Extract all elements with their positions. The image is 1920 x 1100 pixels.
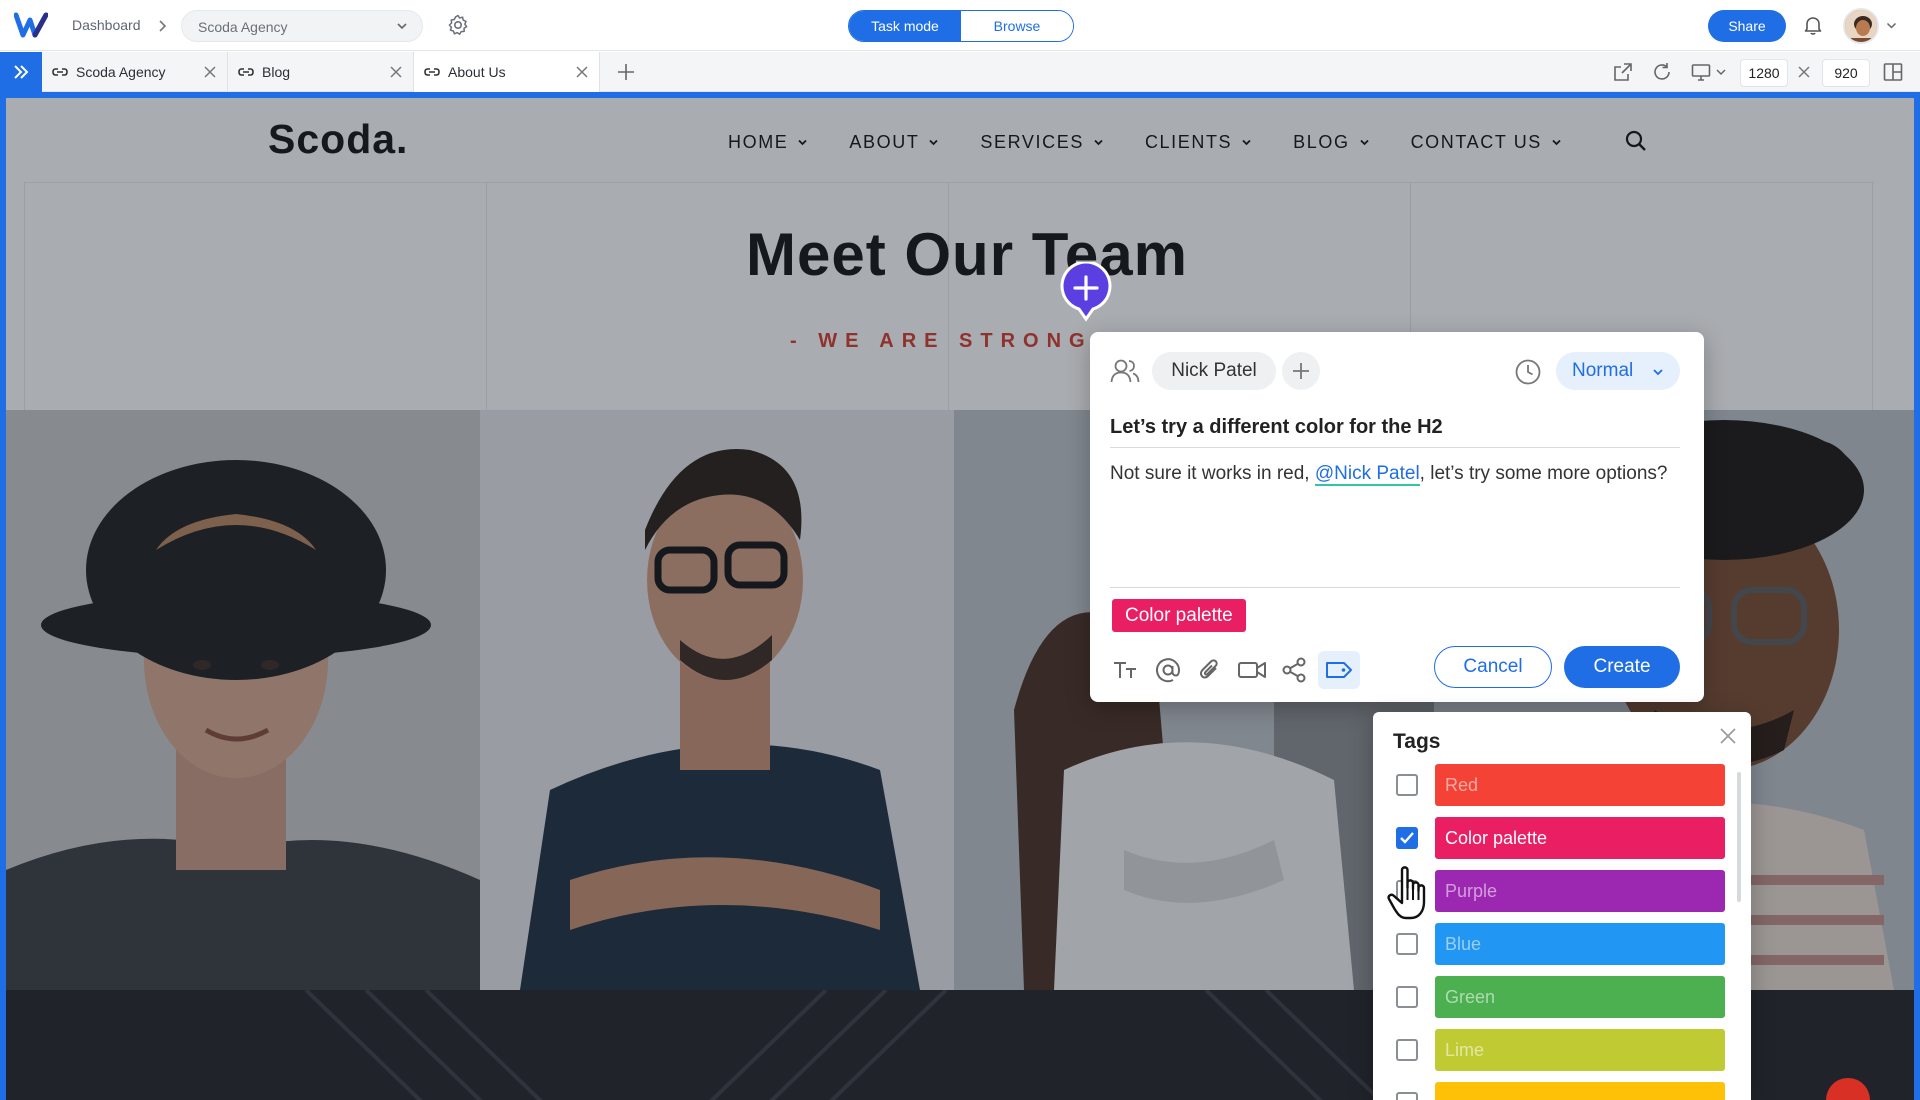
tab-blog[interactable]: Blog [228,52,414,92]
assignee-chip[interactable]: Nick Patel [1152,352,1276,390]
times-icon [1798,66,1810,78]
desktop-icon[interactable] [1690,61,1712,83]
tags-title: Tags [1393,730,1441,753]
tag-swatch[interactable]: Red [1435,764,1725,806]
create-task-popup: Nick Patel Normal Let’s try a different … [1090,332,1704,702]
add-task-pin-icon[interactable] [1060,262,1112,322]
tab-label: Scoda Agency [76,64,166,80]
link-icon [52,68,68,76]
tag-option[interactable]: Lime [1373,1029,1751,1071]
applied-tag-chip[interactable]: Color palette [1112,599,1246,632]
avatar-face-icon [1845,10,1877,42]
webflow-logo-icon[interactable] [14,11,48,39]
tag-option[interactable]: Color palette [1373,817,1751,859]
tag-checkbox[interactable] [1396,933,1418,955]
share-task-button[interactable] [1278,654,1310,686]
tag-checkbox[interactable] [1396,774,1418,796]
create-button[interactable]: Create [1564,646,1680,688]
divider [1110,587,1680,588]
close-icon[interactable] [203,65,217,79]
tag-option[interactable]: Blue [1373,923,1751,965]
open-external-icon[interactable] [1612,61,1634,83]
video-button[interactable] [1236,654,1268,686]
task-title-input[interactable]: Let’s try a different color for the H2 [1110,416,1680,448]
clock-icon[interactable] [1514,358,1542,386]
priority-select[interactable]: Normal [1556,352,1680,390]
browse-mode-button[interactable]: Browse [961,11,1073,41]
tag-checkbox[interactable] [1396,1092,1418,1100]
share-icon [1282,657,1306,683]
tag-checkbox[interactable] [1396,986,1418,1008]
cancel-button[interactable]: Cancel [1434,646,1552,688]
avatar-chevron-down-icon[interactable] [1886,20,1897,31]
user-avatar[interactable] [1843,8,1879,44]
tag-swatch[interactable]: Green [1435,976,1725,1018]
viewport-width-input[interactable]: 1280 [1740,59,1788,87]
add-tab-icon[interactable] [614,60,638,84]
tag-swatch[interactable]: Blue [1435,923,1725,965]
plus-icon [1293,363,1309,379]
add-assignee-button[interactable] [1282,352,1320,390]
description-text: , let’s try some more options? [1419,463,1668,484]
refresh-icon[interactable] [1651,61,1673,83]
project-select[interactable]: Scoda Agency [181,10,423,42]
top-app-bar: Dashboard Scoda Agency Task mode Browse … [0,0,1920,51]
tag-swatch[interactable] [1435,1082,1725,1100]
priority-value: Normal [1572,360,1634,381]
chevron-down-icon [1653,369,1663,376]
hand-cursor-icon [1387,866,1426,920]
double-chevron-right-icon [14,65,29,79]
tag-swatch[interactable]: Lime [1435,1029,1725,1071]
tag-option[interactable]: Green [1373,976,1751,1018]
share-button[interactable]: Share [1708,10,1786,42]
attach-button[interactable] [1194,654,1226,686]
tag-option[interactable]: Red [1373,764,1751,806]
project-select-value: Scoda Agency [198,19,288,35]
breadcrumb-dashboard[interactable]: Dashboard [72,17,141,33]
chevron-down-icon [397,23,407,30]
bell-icon[interactable] [1802,14,1824,36]
users-icon[interactable] [1110,358,1140,384]
text-format-icon [1114,662,1136,678]
close-icon[interactable] [389,65,403,79]
tag-option[interactable] [1373,1082,1751,1100]
viewport-height-input[interactable]: 920 [1822,59,1870,87]
video-icon [1238,662,1266,678]
task-mode-button[interactable]: Task mode [849,11,961,41]
expand-sidebar-button[interactable] [0,52,42,92]
mention-icon [1156,658,1181,683]
task-description-input[interactable]: Not sure it works in red, @Nick Patel, l… [1110,460,1680,488]
text-format-button[interactable] [1110,654,1142,686]
tab-bar: Scoda Agency Blog About Us 1280 920 [0,52,1920,92]
tag-button[interactable] [1318,651,1360,689]
tag-checkbox[interactable] [1396,827,1418,849]
attachment-icon [1199,659,1218,679]
tab-label: About Us [448,64,506,80]
mode-toggle: Task mode Browse [848,10,1074,42]
tab-about-us[interactable]: About Us [414,52,600,92]
tab-scoda-agency[interactable]: Scoda Agency [42,52,228,92]
tab-label: Blog [262,64,291,80]
tag-checkbox[interactable] [1396,1039,1418,1061]
link-icon [424,68,440,76]
mention-button[interactable] [1152,654,1184,686]
breadcrumb-chevron-icon [159,20,167,32]
close-icon[interactable] [575,65,589,79]
checkmark-icon [1400,832,1414,844]
gear-icon[interactable] [446,13,470,37]
device-chevron-down-icon[interactable] [1714,61,1728,83]
tag-swatch[interactable]: Purple [1435,870,1725,912]
tag-icon [1326,662,1352,678]
link-icon [238,68,254,76]
close-icon[interactable] [1718,726,1738,746]
mention-link[interactable]: @Nick Patel [1314,463,1420,486]
description-text: Not sure it works in red, [1110,463,1315,484]
tag-swatch[interactable]: Color palette [1435,817,1725,859]
split-view-icon[interactable] [1882,61,1904,83]
